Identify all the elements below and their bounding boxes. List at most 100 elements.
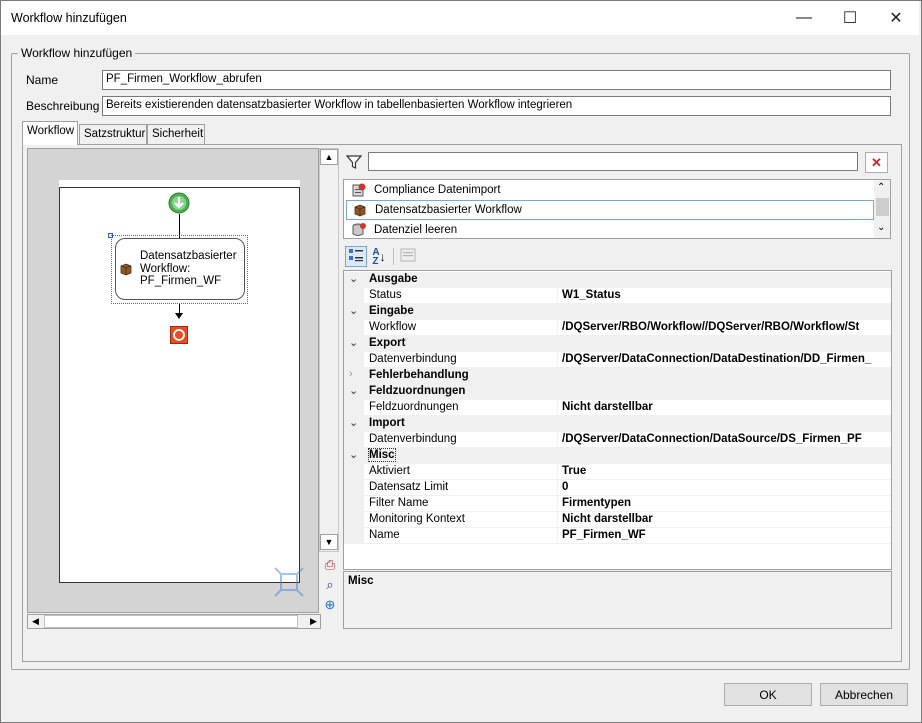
name-field[interactable]: PF_Firmen_Workflow_abrufen [102, 70, 891, 90]
category-import[interactable]: ⌄ Import [344, 416, 891, 432]
close-button[interactable]: ✕ [873, 2, 919, 34]
zoom-icon[interactable]: ⊕ [322, 597, 338, 613]
clear-filter-button[interactable]: ✕ [865, 152, 888, 173]
compliance-icon [350, 182, 368, 198]
property-value[interactable]: /DQServer/DataConnection/DataSource/DS_F… [562, 433, 862, 445]
scroll-up-arrow[interactable]: ▲ [320, 149, 338, 165]
property-name: Feldzuordnungen [369, 401, 459, 413]
property-row[interactable]: Datensatz Limit 0 [344, 480, 891, 496]
list-item-label: Compliance Datenimport [374, 184, 501, 196]
row-gutter [344, 288, 364, 304]
title-bar: Workflow hinzufügen — ☐ ✕ [1, 1, 919, 35]
minimize-button[interactable]: — [781, 2, 827, 34]
description-title: Misc [348, 575, 374, 587]
property-value[interactable]: True [562, 465, 586, 477]
column-splitter [557, 512, 558, 528]
row-gutter [344, 480, 364, 496]
chevron-down-icon[interactable]: ⌄ [349, 336, 358, 349]
clear-icon: ✕ [871, 154, 882, 170]
sort-az-icon: AZ [372, 246, 380, 267]
description-field[interactable]: Bereits existierenden datensatzbasierter… [102, 96, 891, 116]
categorized-icon [348, 248, 364, 265]
column-splitter [557, 528, 558, 544]
property-value[interactable]: /DQServer/DataConnection/DataDestination… [562, 353, 871, 365]
property-value[interactable]: PF_Firmen_WF [562, 529, 646, 541]
property-pages-button[interactable] [397, 246, 419, 267]
property-name: Workflow [369, 321, 417, 333]
groupbox-legend: Workflow hinzufügen [18, 46, 136, 60]
column-splitter [557, 480, 558, 496]
category-feldzuordnungen[interactable]: ⌄ Feldzuordnungen [344, 384, 891, 400]
property-row[interactable]: Filter Name Firmentypen [344, 496, 891, 512]
list-item[interactable]: Datenziel leeren [346, 220, 874, 240]
property-row[interactable]: Datenverbindung /DQServer/DataConnection… [344, 432, 891, 448]
scroll-right-arrow[interactable]: ▶ [310, 616, 317, 627]
arrow-head [175, 313, 183, 319]
category-ausgabe[interactable]: ⌄ Ausgabe [344, 272, 891, 288]
cancel-button[interactable]: Abbrechen [820, 683, 908, 706]
description-pane [343, 571, 892, 629]
property-row[interactable]: Datenverbindung /DQServer/DataConnection… [344, 352, 891, 368]
property-value[interactable]: 0 [562, 481, 568, 493]
column-splitter [557, 496, 558, 512]
row-gutter [344, 512, 364, 528]
alphabetical-view-button[interactable]: A Z ↓ [368, 246, 390, 267]
property-value[interactable]: W1_Status [562, 289, 621, 301]
property-name: Datenverbindung [369, 353, 457, 365]
row-gutter [344, 432, 364, 448]
property-row[interactable]: Workflow /DQServer/RBO/Workflow//DQServe… [344, 320, 891, 336]
scroll-down-arrow[interactable]: ▼ [320, 534, 338, 550]
category-label: Misc [368, 448, 396, 462]
row-gutter [344, 464, 364, 480]
column-splitter [557, 288, 558, 304]
list-item-label: Datensatzbasierter Workflow [375, 204, 522, 216]
category-eingabe[interactable]: ⌄ Eingabe [344, 304, 891, 320]
chevron-right-icon[interactable]: › [349, 368, 353, 380]
chevron-down-icon[interactable]: ⌄ [349, 272, 358, 285]
property-row[interactable]: Status W1_Status [344, 288, 891, 304]
maximize-button[interactable]: ☐ [827, 2, 873, 34]
toolbox-list[interactable]: Compliance Datenimport Datensatzbasierte… [343, 179, 891, 239]
chevron-down-icon[interactable]: ⌄ [349, 304, 358, 317]
tab-satzstruktur[interactable]: Satzstruktur [79, 124, 147, 144]
end-node-icon[interactable] [170, 326, 188, 344]
property-value[interactable]: Nicht darstellbar [562, 401, 653, 413]
category-fehlerbehandlung[interactable]: › Fehlerbehandlung [344, 368, 891, 384]
list-item-label: Datenziel leeren [374, 224, 458, 236]
category-label: Export [369, 337, 406, 349]
property-grid[interactable]: ⌄ Ausgabe Status W1_Status ⌄ Eingabe Wor… [343, 270, 892, 570]
categorized-view-button[interactable] [345, 246, 367, 267]
row-gutter [344, 320, 364, 336]
column-splitter [557, 432, 558, 448]
scroll-left-arrow[interactable]: ◀ [32, 616, 39, 627]
property-row[interactable]: Aktiviert True [344, 464, 891, 480]
property-value[interactable]: Nicht darstellbar [562, 513, 653, 525]
tab-workflow[interactable]: Workflow [22, 121, 78, 145]
chevron-down-icon[interactable]: ⌄ [349, 384, 358, 397]
list-item[interactable]: Compliance Datenimport [346, 180, 874, 200]
database-clear-icon [350, 222, 368, 238]
property-row[interactable]: Monitoring Kontext Nicht darstellbar [344, 512, 891, 528]
list-scroll-up-icon[interactable]: ⌃ [877, 182, 885, 193]
binoculars-icon[interactable]: ⌕ [322, 577, 338, 593]
start-node-icon[interactable] [168, 192, 190, 214]
filter-input[interactable] [368, 152, 858, 171]
list-scroll-down-icon[interactable]: ⌄ [877, 222, 885, 233]
property-row[interactable]: Name PF_Firmen_WF [344, 528, 891, 544]
list-scroll-thumb[interactable] [876, 198, 889, 216]
row-gutter [344, 528, 364, 544]
print-icon[interactable]: ⎙ [322, 557, 338, 573]
property-value[interactable]: /DQServer/RBO/Workflow//DQServer/RBO/Wor… [562, 321, 859, 333]
list-item-selected[interactable]: Datensatzbasierter Workflow [346, 200, 874, 220]
tab-sicherheit[interactable]: Sicherheit [147, 124, 205, 144]
property-row[interactable]: Feldzuordnungen Nicht darstellbar [344, 400, 891, 416]
ok-button[interactable]: OK [724, 683, 812, 706]
chevron-down-icon[interactable]: ⌄ [349, 448, 358, 461]
fit-to-page-icon[interactable] [273, 566, 305, 598]
property-value[interactable]: Firmentypen [562, 497, 631, 509]
canvas-vertical-scrollbar[interactable] [319, 148, 339, 552]
chevron-down-icon[interactable]: ⌄ [349, 416, 358, 429]
category-misc[interactable]: ⌄ Misc [344, 448, 891, 464]
horizontal-scroll-thumb[interactable] [44, 615, 298, 628]
category-export[interactable]: ⌄ Export [344, 336, 891, 352]
